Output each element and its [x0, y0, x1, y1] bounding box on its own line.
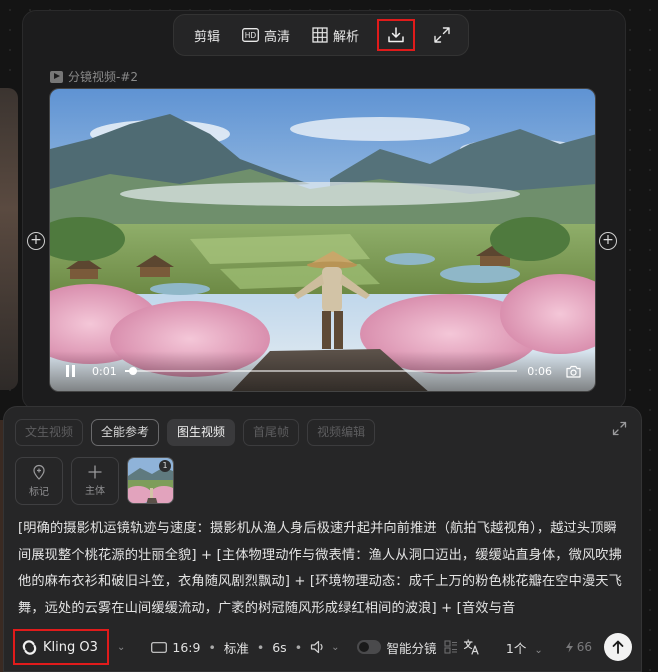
edit-button[interactable]: 剪辑: [194, 26, 220, 45]
model-chevron-down-icon[interactable]: ⌄: [117, 642, 125, 653]
asset-row: 标记 主体 1: [15, 457, 174, 505]
translate-icon[interactable]: [463, 639, 480, 655]
kling-logo-icon: [22, 639, 37, 655]
hd-button[interactable]: HD 高清: [242, 26, 290, 45]
hd-icon: HD: [242, 28, 259, 42]
add-clip-before-button[interactable]: +: [27, 232, 45, 250]
separator-dot: •: [208, 639, 216, 655]
expand-icon: [434, 27, 450, 43]
tab-omni-reference[interactable]: 全能参考: [91, 419, 160, 446]
output-count-value: 1个: [505, 640, 527, 656]
footer-right-group: 1个 ⌄ 66: [463, 633, 632, 661]
mode-tabs: 文生视频 全能参考 图生视频 首尾帧 视频编辑: [15, 419, 376, 446]
model-selector-button[interactable]: Kling O3: [13, 629, 109, 665]
credit-value: 66: [576, 640, 592, 654]
progress-knob[interactable]: [128, 367, 137, 375]
storyboard-list-icon[interactable]: [444, 640, 458, 654]
quality: 标准: [223, 640, 249, 656]
aspect-ratio-icon: [151, 641, 168, 653]
smart-storyboard-label: 智能分镜: [386, 640, 437, 656]
hd-label: 高清: [264, 29, 291, 45]
camera-icon[interactable]: [566, 365, 581, 378]
model-name: Kling O3: [43, 639, 98, 655]
analyze-button[interactable]: 解析: [312, 26, 359, 45]
add-subject-button[interactable]: 主体: [71, 457, 119, 505]
aspect-ratio: 16:9: [172, 639, 201, 655]
thumbnail-count-badge: 1: [159, 460, 171, 472]
video-icon: [50, 70, 63, 83]
sound-icon: [310, 640, 323, 654]
pause-icon[interactable]: [64, 364, 78, 378]
prompt-textarea[interactable]: [明确的摄影机运镜轨迹与速度：摄影机从渔人身后极速升起并向前推进（航拍飞越视角）…: [18, 516, 623, 622]
reference-image-thumbnail[interactable]: 1: [127, 457, 174, 504]
separator-dot: •: [294, 639, 303, 655]
download-button[interactable]: [377, 19, 416, 51]
plus-icon: [88, 465, 102, 479]
clip-title: 分镜视频-#2: [50, 68, 138, 85]
tab-video-edit[interactable]: 视频编辑: [307, 419, 376, 446]
output-count[interactable]: 1个 ⌄: [506, 638, 543, 657]
mark-button[interactable]: 标记: [15, 457, 63, 505]
clip-toolbar: 剪辑 HD 高清 解析: [173, 14, 469, 56]
count-chevron-down-icon: ⌄: [534, 644, 543, 656]
tab-text-to-video[interactable]: 文生视频: [15, 419, 84, 446]
video-length: 6s: [272, 639, 287, 655]
grid-icon: [312, 27, 328, 43]
clip-title-text: 分镜视频-#2: [68, 70, 139, 84]
analyze-label: 解析: [333, 29, 360, 45]
video-controls: 0:01 0:06: [50, 351, 595, 391]
credit-cost: 66: [565, 640, 592, 654]
download-icon: [388, 27, 404, 43]
duration: 0:06: [527, 364, 552, 378]
current-time: 0:01: [92, 364, 117, 378]
separator-dot: •: [256, 639, 265, 655]
video-settings-button[interactable]: 16:9 • 标准 • 6s • ⌄: [151, 638, 339, 657]
video-player[interactable]: 0:01 0:06: [49, 88, 596, 392]
mark-label: 标记: [29, 487, 49, 498]
svg-text:HD: HD: [245, 31, 257, 40]
fullscreen-button[interactable]: [423, 19, 461, 51]
video-frame: [50, 89, 595, 391]
lightning-icon: [565, 641, 573, 653]
prompt-panel: 文生视频 全能参考 图生视频 首尾帧 视频编辑 标记 主体 1 [明确的摄影机运…: [3, 406, 642, 672]
generate-button[interactable]: [604, 633, 632, 661]
add-clip-after-button[interactable]: +: [599, 232, 617, 250]
panel-expand-icon[interactable]: [612, 421, 627, 436]
subject-label: 主体: [85, 486, 105, 497]
generation-footer: Kling O3 ⌄ 16:9 • 标准 • 6s • ⌄ 智能分镜 1个 ⌄ …: [4, 627, 641, 667]
settings-chevron-down-icon: ⌄: [331, 641, 340, 653]
arrow-up-icon: [612, 640, 624, 654]
smart-storyboard-toggle[interactable]: [357, 640, 382, 654]
progress-bar[interactable]: [124, 367, 518, 375]
tab-first-last-frame[interactable]: 首尾帧: [243, 419, 300, 446]
previous-clip-edge[interactable]: [0, 88, 18, 390]
edit-label: 剪辑: [194, 29, 221, 45]
pin-plus-icon: [33, 464, 45, 480]
tab-image-to-video[interactable]: 图生视频: [167, 419, 236, 446]
